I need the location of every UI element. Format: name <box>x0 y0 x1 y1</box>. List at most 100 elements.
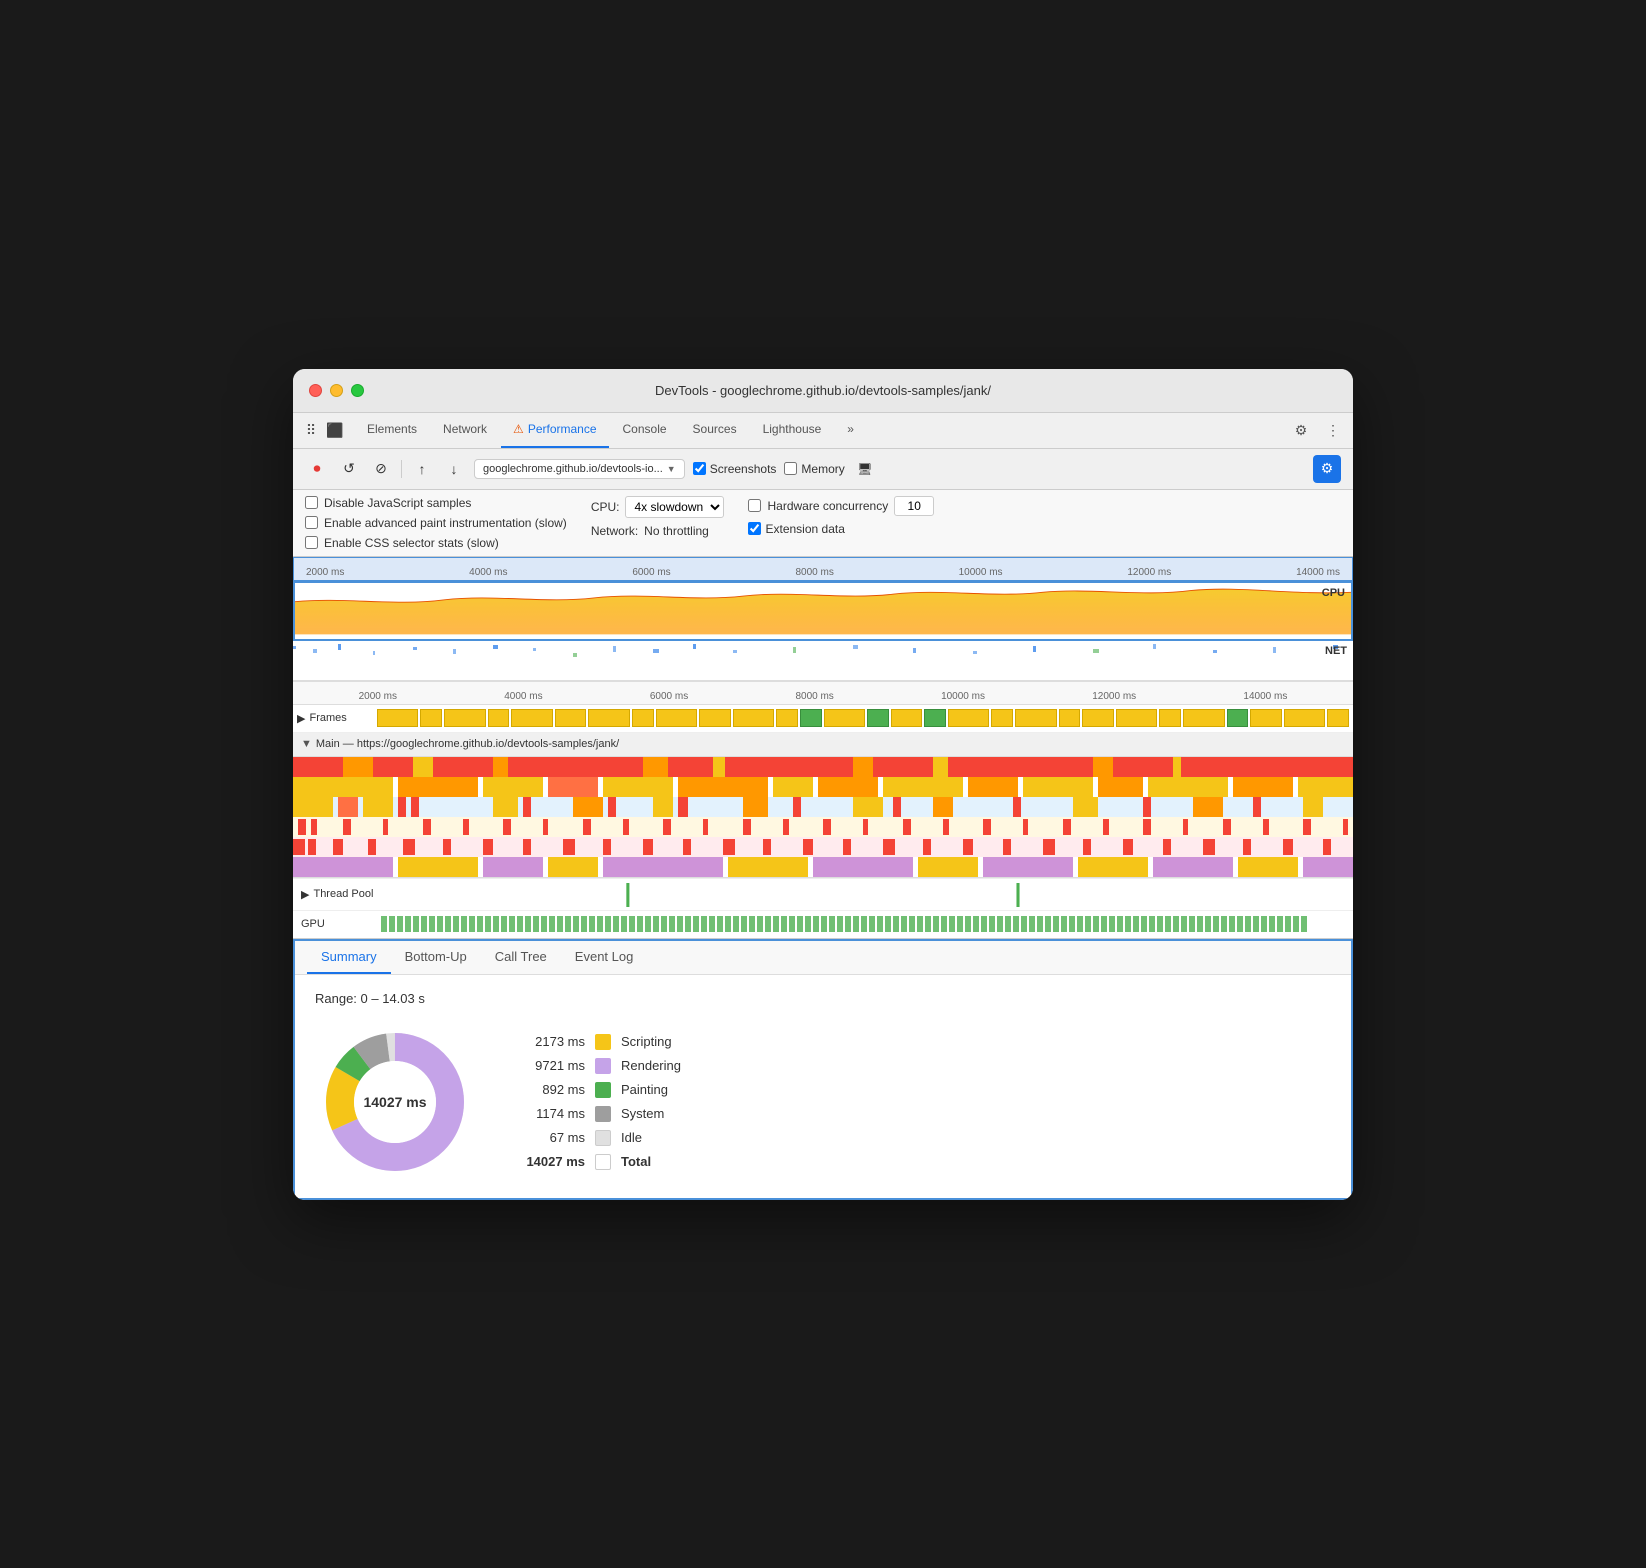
cpu-select[interactable]: 4x slowdown No throttling 2x slowdown 6x… <box>625 496 724 518</box>
bottom-time-ruler[interactable]: 2000 ms 4000 ms 6000 ms 8000 ms 10000 ms… <box>293 681 1353 705</box>
b-ruler-8000: 8000 ms <box>795 691 833 702</box>
extension-data-label: Extension data <box>765 522 844 536</box>
tab-event-log[interactable]: Event Log <box>561 941 648 974</box>
url-dropdown-icon[interactable]: ▼ <box>667 464 676 474</box>
legend: 2173 ms Scripting 9721 ms Rendering 892 … <box>515 1034 681 1170</box>
more-options-icon[interactable]: ⋮ <box>1321 418 1345 442</box>
close-button[interactable] <box>309 384 322 397</box>
network-label: Network: <box>591 524 638 538</box>
tab-bar: ⠿ ⬛ Elements Network ⚠ Performance Conso… <box>293 413 1353 449</box>
screenshots-checkbox-group: Screenshots <box>693 462 777 476</box>
tab-bottom-up[interactable]: Bottom-Up <box>391 941 481 974</box>
device-toolbar-icon[interactable]: ⬛ <box>325 420 345 440</box>
b-ruler-4000: 4000 ms <box>504 691 542 702</box>
css-selector-checkbox[interactable] <box>305 536 318 549</box>
net-chart[interactable]: NET <box>293 641 1353 681</box>
url-box[interactable]: googlechrome.github.io/devtools-io... ▼ <box>474 459 685 479</box>
flame-chart[interactable] <box>293 757 1353 877</box>
ruler-14000: 14000 ms <box>1296 567 1340 578</box>
ruler-10000: 10000 ms <box>959 567 1003 578</box>
upload-icon[interactable]: ↑ <box>410 457 434 481</box>
separator-1 <box>401 460 402 478</box>
window-title: DevTools - googlechrome.github.io/devtoo… <box>655 383 991 398</box>
b-ruler-2000: 2000 ms <box>359 691 397 702</box>
thread-pool-track <box>421 879 1345 910</box>
top-time-ruler[interactable]: 2000 ms 4000 ms 6000 ms 8000 ms 10000 ms… <box>293 557 1353 581</box>
main-header[interactable]: ▼ Main — https://googlechrome.github.io/… <box>293 733 1353 757</box>
cpu-chart-svg <box>295 583 1351 639</box>
screenshots-checkbox[interactable] <box>693 462 706 475</box>
main-header-label: Main — https://googlechrome.github.io/de… <box>316 738 619 750</box>
extension-data-option: Extension data <box>748 522 934 536</box>
toolbar: ⏺ ↺ ⊘ ↑ ↓ googlechrome.github.io/devtool… <box>293 449 1353 490</box>
tab-summary[interactable]: Summary <box>307 941 391 974</box>
memory-icon[interactable]: 🖥 <box>853 457 877 481</box>
hw-concurrency-label: Hardware concurrency <box>767 499 888 513</box>
frames-row[interactable]: ▶ Frames <box>293 705 1353 733</box>
disable-js-option: Disable JavaScript samples <box>305 496 567 510</box>
settings-gear-button[interactable]: ⚙ <box>1313 455 1341 483</box>
thread-pool-label: ▶ Thread Pool <box>301 888 421 901</box>
tab-call-tree[interactable]: Call Tree <box>481 941 561 974</box>
cpu-chart[interactable]: CPU <box>293 581 1353 641</box>
ruler-12000: 12000 ms <box>1127 567 1171 578</box>
painting-name: Painting <box>621 1082 668 1097</box>
thread-pool-arrow[interactable]: ▶ <box>301 888 309 901</box>
legend-scripting: 2173 ms Scripting <box>515 1034 681 1050</box>
tab-sources[interactable]: Sources <box>681 413 749 448</box>
css-selector-label: Enable CSS selector stats (slow) <box>324 536 499 550</box>
frames-arrow[interactable]: ▶ <box>297 712 305 725</box>
extension-data-checkbox[interactable] <box>748 522 761 535</box>
tab-performance[interactable]: ⚠ Performance <box>501 413 608 448</box>
rendering-color <box>595 1058 611 1074</box>
b-ruler-10000: 10000 ms <box>941 691 985 702</box>
rendering-value: 9721 ms <box>515 1058 585 1073</box>
gpu-label: GPU <box>301 918 381 930</box>
hw-concurrency-checkbox[interactable] <box>748 499 761 512</box>
inspector-icon[interactable]: ⠿ <box>301 420 321 440</box>
ruler-6000: 6000 ms <box>632 567 670 578</box>
tab-network[interactable]: Network <box>431 413 499 448</box>
main-section: ▼ Main — https://googlechrome.github.io/… <box>293 733 1353 878</box>
options-col-2: CPU: 4x slowdown No throttling 2x slowdo… <box>591 496 725 538</box>
top-time-ruler-labels: 2000 ms 4000 ms 6000 ms 8000 ms 10000 ms… <box>298 567 1348 578</box>
download-icon[interactable]: ↓ <box>442 457 466 481</box>
tab-more[interactable]: » <box>835 413 866 448</box>
summary-layout: 14027 ms 2173 ms Scripting 9721 ms Rende… <box>315 1022 1331 1182</box>
clear-button[interactable]: ⊘ <box>369 457 393 481</box>
refresh-button[interactable]: ↺ <box>337 457 361 481</box>
options-col-1: Disable JavaScript samples Enable advanc… <box>305 496 567 550</box>
disable-js-checkbox[interactable] <box>305 496 318 509</box>
maximize-button[interactable] <box>351 384 364 397</box>
options-row: Disable JavaScript samples Enable advanc… <box>293 490 1353 557</box>
system-value: 1174 ms <box>515 1106 585 1121</box>
network-value: No throttling <box>644 524 709 538</box>
advanced-paint-option: Enable advanced paint instrumentation (s… <box>305 516 567 530</box>
advanced-paint-checkbox[interactable] <box>305 516 318 529</box>
legend-idle: 67 ms Idle <box>515 1130 681 1146</box>
memory-label: Memory <box>801 462 844 476</box>
gpu-track <box>381 916 1345 932</box>
thread-pool-row[interactable]: ▶ Thread Pool <box>293 878 1353 910</box>
system-name: System <box>621 1106 664 1121</box>
advanced-paint-label: Enable advanced paint instrumentation (s… <box>324 516 567 530</box>
record-button[interactable]: ⏺ <box>305 457 329 481</box>
tab-lighthouse[interactable]: Lighthouse <box>751 413 834 448</box>
gpu-row[interactable]: GPU <box>293 910 1353 938</box>
css-selector-option: Enable CSS selector stats (slow) <box>305 536 567 550</box>
tab-elements[interactable]: Elements <box>355 413 429 448</box>
tab-actions: ⚙ ⋮ <box>1289 418 1345 442</box>
devtools-window: DevTools - googlechrome.github.io/devtoo… <box>293 369 1353 1200</box>
main-collapse-arrow[interactable]: ▼ <box>301 738 312 750</box>
scripting-value: 2173 ms <box>515 1034 585 1049</box>
disable-js-label: Disable JavaScript samples <box>324 496 471 510</box>
net-chart-svg <box>293 641 1353 681</box>
settings-icon[interactable]: ⚙ <box>1289 418 1313 442</box>
ruler-2000: 2000 ms <box>306 567 344 578</box>
b-ruler-12000: 12000 ms <box>1092 691 1136 702</box>
memory-checkbox[interactable] <box>784 462 797 475</box>
tab-console[interactable]: Console <box>611 413 679 448</box>
minimize-button[interactable] <box>330 384 343 397</box>
bottom-panel: Summary Bottom-Up Call Tree Event Log Ra… <box>293 939 1353 1200</box>
hw-concurrency-input[interactable] <box>894 496 934 516</box>
